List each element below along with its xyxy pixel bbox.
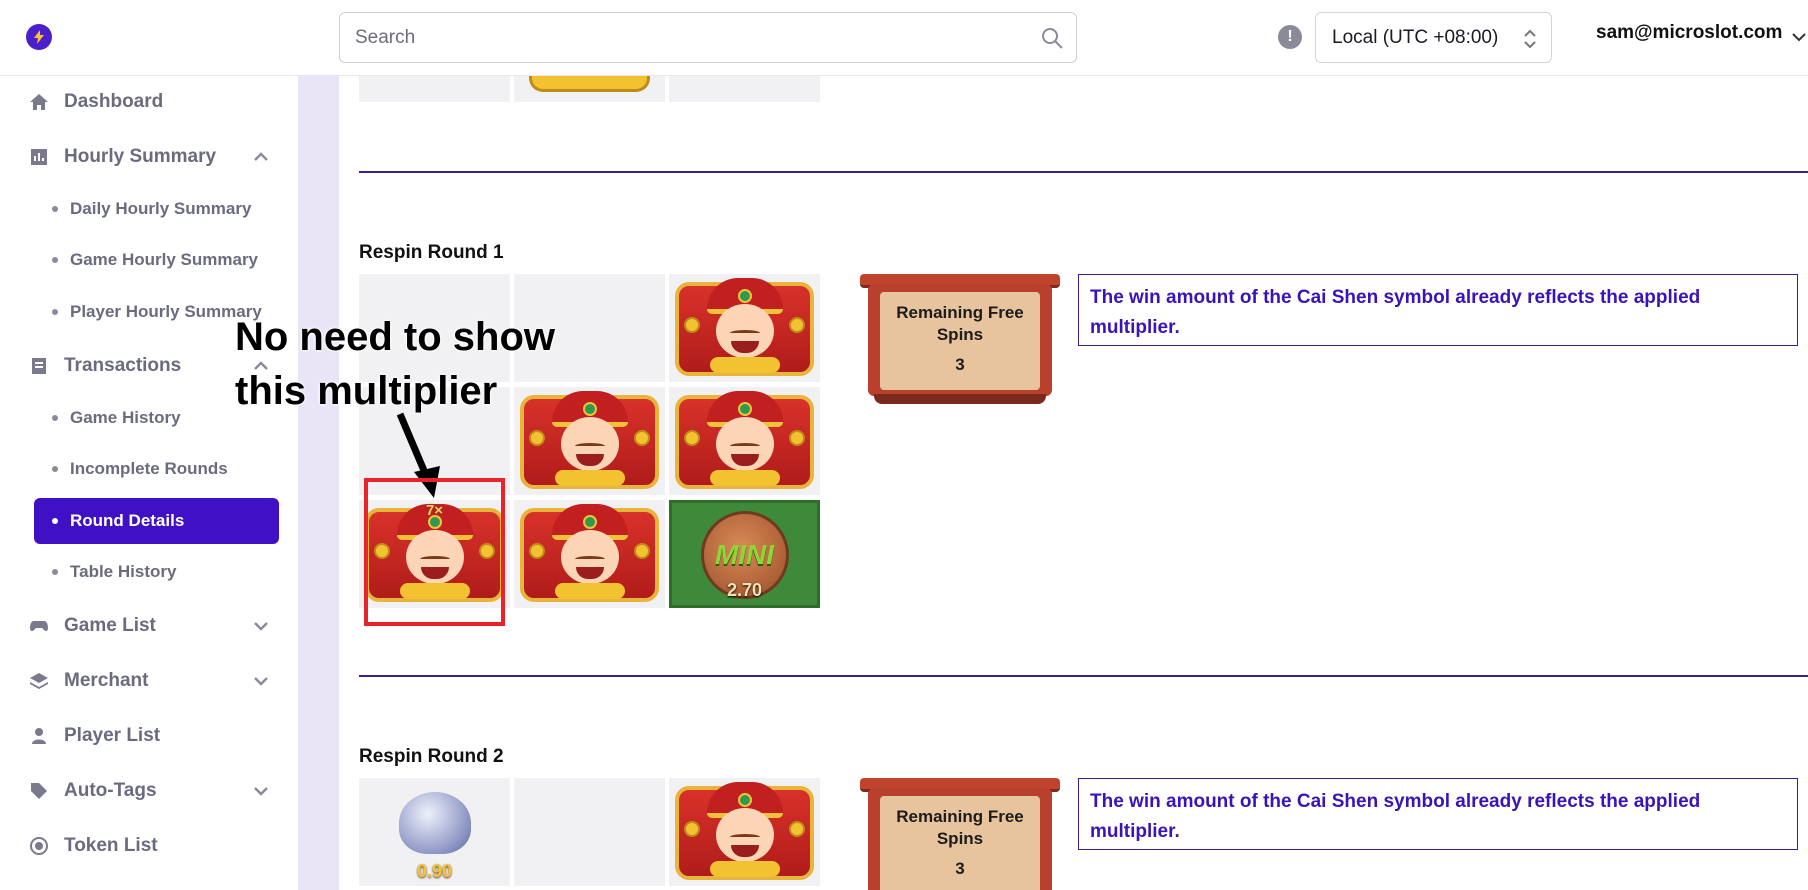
sidebar-item-incomplete-rounds[interactable]: Incomplete Rounds: [34, 446, 279, 492]
bar-chart-icon: [28, 146, 50, 168]
caishen-symbol: [669, 387, 820, 495]
sidebar-item-player-list[interactable]: Player List: [28, 716, 270, 756]
annotation-line: No need to show: [235, 315, 555, 359]
sidebar-item-token-list[interactable]: Token List: [28, 826, 270, 866]
search-box[interactable]: [339, 12, 1077, 63]
up-down-chevron-icon: [1523, 27, 1537, 51]
search-input[interactable]: [340, 13, 1076, 62]
multiplier-note: The win amount of the Cai Shen symbol al…: [1078, 778, 1798, 850]
top-header: ! Local (UTC +08:00) sam@microslot.com: [0, 0, 1808, 76]
sidebar-item-dashboard[interactable]: Dashboard: [28, 82, 270, 122]
caishen-symbol: [669, 274, 820, 382]
remaining-free-spins-board: Remaining Free Spins 3: [860, 274, 1060, 407]
layers-icon: [28, 670, 50, 692]
caishen-gold-partial: [529, 76, 650, 92]
content-gutter: [298, 76, 339, 890]
sidebar-item-round-details[interactable]: Round Details: [34, 498, 279, 544]
reel-cell: [669, 76, 820, 102]
remaining-free-spins-count: 3: [955, 859, 965, 878]
silver-ingot-icon: [398, 792, 471, 854]
bullet-dot: [52, 257, 58, 263]
bullet-dot: [52, 466, 58, 472]
remaining-free-spins-count: 3: [955, 355, 965, 374]
tag-icon: [28, 780, 50, 802]
chevron-down-icon[interactable]: [252, 782, 270, 800]
sidebar-item-label: Auto-Tags: [64, 780, 157, 801]
round-title: Respin Round 2: [359, 746, 504, 767]
timezone-select[interactable]: Local (UTC +08:00): [1315, 12, 1552, 63]
sidebar-item-label: Player List: [64, 725, 161, 746]
sidebar-item-label: Game List: [64, 615, 156, 636]
caishen-symbol: [669, 778, 820, 886]
sidebar-item-label: Merchant: [64, 670, 149, 691]
chevron-down-icon[interactable]: [252, 617, 270, 635]
document-icon: [28, 355, 50, 377]
reel-cell: [359, 76, 510, 102]
player-icon: [28, 725, 50, 747]
sidebar-item-auto-tags[interactable]: Auto-Tags: [28, 771, 270, 811]
bullet-dot: [52, 518, 58, 524]
mini-value: 2.70: [726, 580, 763, 600]
round-divider: [359, 675, 1808, 677]
remaining-free-spins-label: Remaining Free Spins: [896, 303, 1024, 344]
round-details-content[interactable]: Respin Round 1 7× MINI 2.70 Remaining Fr…: [339, 76, 1808, 890]
silver-ingot-symbol: 0.90: [359, 778, 510, 886]
sidebar-item-label: Table History: [70, 562, 177, 581]
sidebar-item-label: Hourly Summary: [64, 146, 217, 167]
caishen-symbol: [514, 500, 665, 608]
token-icon: [28, 835, 50, 857]
timezone-value: Local (UTC +08:00): [1332, 26, 1499, 48]
sidebar-item-transactions[interactable]: Transactions: [28, 346, 270, 386]
sidebar-item-label: Game History: [70, 408, 181, 427]
multiplier-note: The win amount of the Cai Shen symbol al…: [1078, 274, 1798, 346]
sidebar-item-table-history[interactable]: Table History: [34, 549, 279, 595]
annotation-highlight-box: [364, 478, 505, 626]
bullet-dot: [52, 206, 58, 212]
sidebar-item-label: Player Hourly Summary: [70, 302, 262, 321]
reel-cell: [514, 76, 665, 102]
round-title: Respin Round 1: [359, 242, 504, 263]
sidebar-item-label: Daily Hourly Summary: [70, 199, 252, 218]
sidebar: Dashboard Hourly Summary Daily Hourly Su…: [0, 0, 298, 890]
sidebar-item-label: Dashboard: [64, 91, 164, 112]
user-menu-chevron-down-icon[interactable]: [1790, 28, 1808, 46]
reel-cell: [514, 778, 665, 886]
sidebar-item-daily-hourly-summary[interactable]: Daily Hourly Summary: [34, 186, 279, 232]
mini-jackpot-symbol: MINI 2.70: [669, 500, 820, 608]
home-icon: [28, 91, 50, 113]
sidebar-item-hourly-summary[interactable]: Hourly Summary: [28, 137, 270, 177]
app-logo-icon[interactable]: [26, 24, 52, 50]
bullet-dot: [52, 309, 58, 315]
bullet-dot: [52, 415, 58, 421]
mini-label: MINI: [714, 539, 775, 570]
chevron-down-icon[interactable]: [252, 672, 270, 690]
sidebar-item-game-list[interactable]: Game List: [28, 606, 270, 646]
sidebar-item-label: Round Details: [70, 511, 185, 530]
sidebar-item-game-hourly-summary[interactable]: Game Hourly Summary: [34, 237, 279, 283]
remaining-free-spins-board: Remaining Free Spins 3: [860, 778, 1060, 890]
bullet-dot: [52, 569, 58, 575]
sidebar-item-label: Transactions: [64, 355, 182, 376]
search-icon[interactable]: [1040, 26, 1064, 50]
ingot-value: 0.90: [416, 861, 453, 881]
sidebar-item-label: Game Hourly Summary: [70, 250, 259, 269]
sidebar-item-label: Token List: [64, 835, 158, 856]
round-divider: [359, 171, 1808, 173]
remaining-free-spins-label: Remaining Free Spins: [896, 807, 1024, 848]
user-email[interactable]: sam@microslot.com: [1596, 22, 1782, 44]
info-icon[interactable]: !: [1278, 25, 1302, 49]
sidebar-item-merchant[interactable]: Merchant: [28, 661, 270, 701]
gamepad-icon: [28, 615, 50, 637]
chevron-up-icon[interactable]: [252, 148, 270, 166]
annotation-text: No need to show this multiplier: [235, 310, 555, 418]
sidebar-item-label: Incomplete Rounds: [70, 459, 228, 478]
